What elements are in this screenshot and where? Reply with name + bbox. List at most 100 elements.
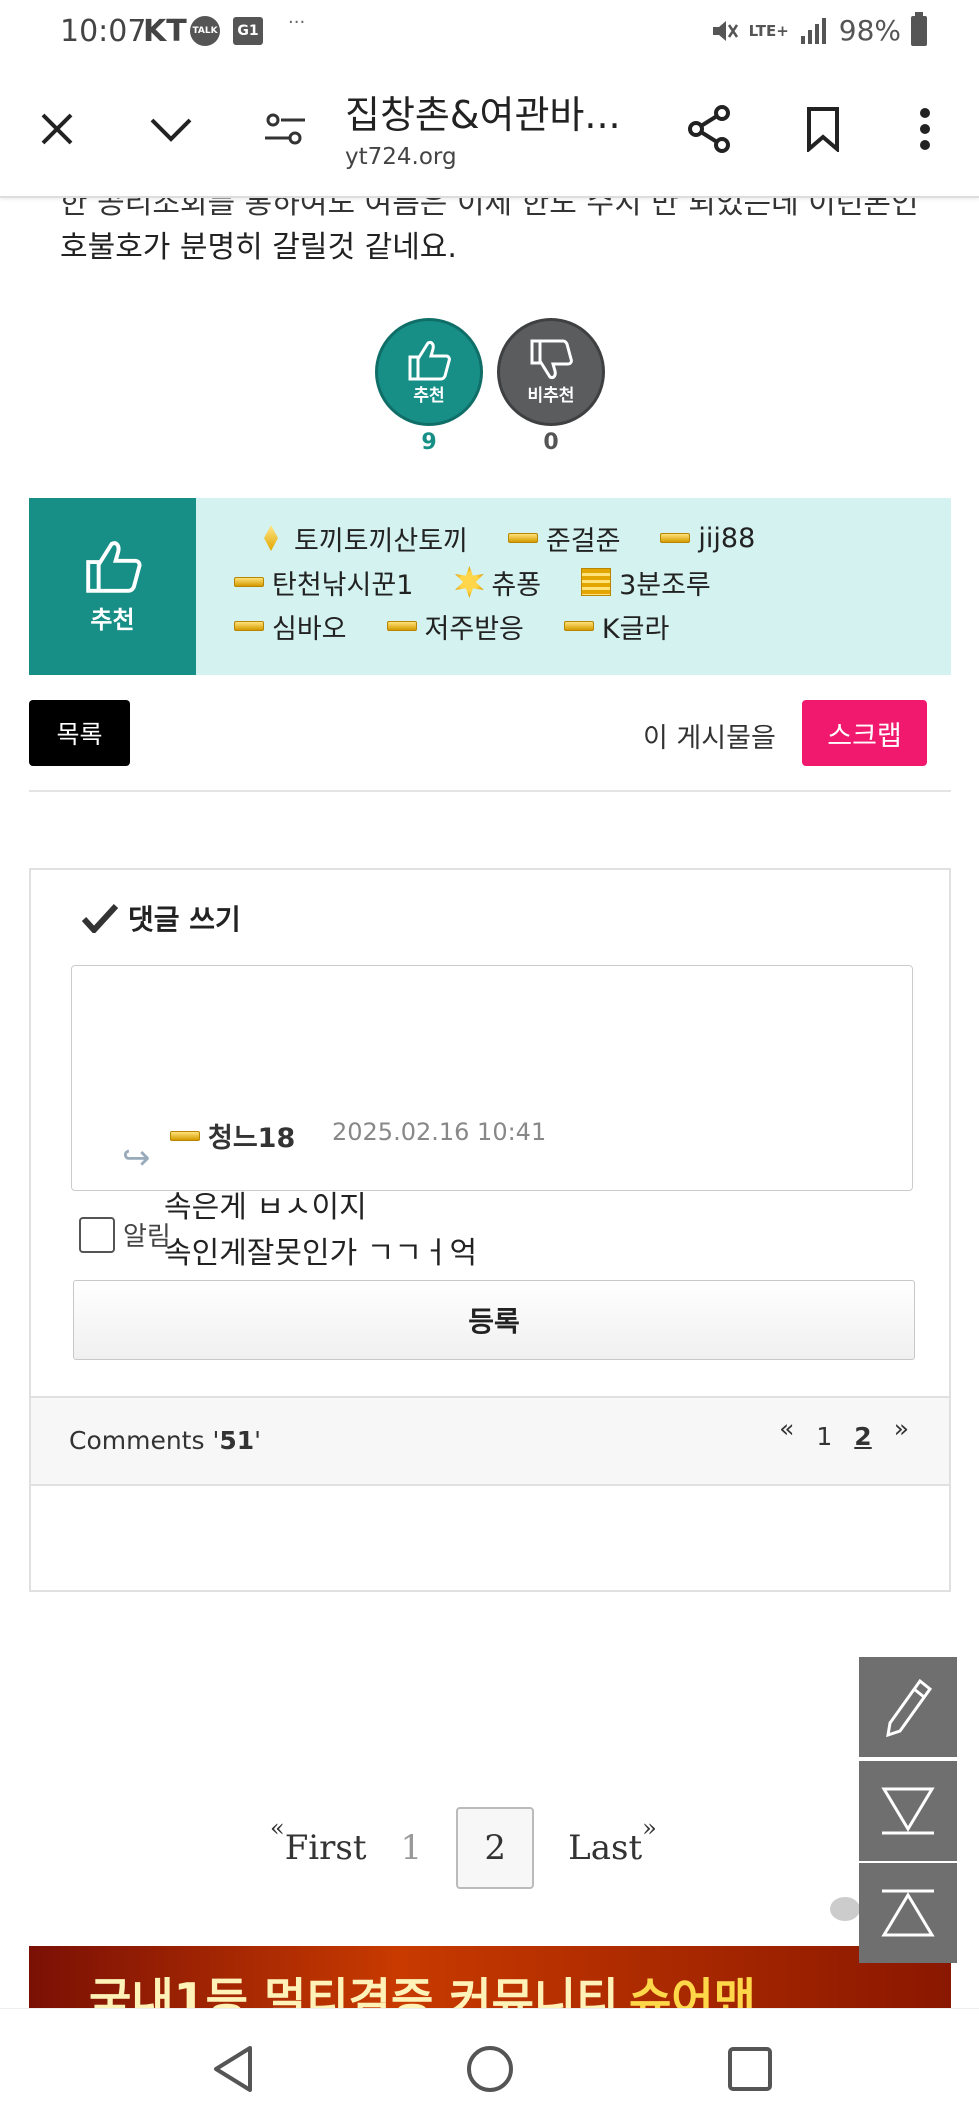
comments-pager-prev[interactable]: « — [779, 1414, 794, 1443]
recommender-name: 츄퐁 — [491, 569, 542, 601]
recommender-row: 토끼토끼산토끼 준걸준 jij88 — [264, 516, 934, 560]
recommender[interactable]: 토끼토끼산토끼 — [264, 519, 468, 558]
back-button[interactable] — [205, 2041, 261, 2097]
level-bar-icon — [563, 621, 594, 631]
recommender-row: 심바오 저주받응 K글라 — [234, 604, 934, 648]
checkmark-icon — [82, 903, 118, 933]
speech-bubble-icon — [830, 1897, 860, 1921]
close-button[interactable] — [22, 94, 92, 164]
page-content: 한 공리조회를 통하여도 여름은 이제 한도 수치 만 되었는데 이런본인 호불… — [0, 198, 979, 2008]
write-button[interactable] — [859, 1657, 957, 1757]
comment-date: 2025.02.16 10:41 — [332, 1118, 547, 1146]
downvote-button[interactable]: 비추천 — [497, 318, 605, 426]
submit-comment-button[interactable]: 등록 — [73, 1280, 915, 1360]
pagination-first-quote: « — [270, 1814, 285, 1842]
scrap-label: 이 게시물을 — [643, 723, 776, 754]
recommender-name: 저주받응 — [424, 613, 524, 645]
site-settings-button[interactable] — [250, 94, 320, 164]
recommenders-panel: 추천 토끼토끼산토끼 준걸준 jij88 탄천낚시꾼1 츄퐁 3분조루 심바오 … — [29, 498, 951, 675]
mute-icon — [712, 20, 738, 41]
downvote-label: 비추천 — [527, 385, 575, 406]
comment-form-title-text: 댓글 쓰기 — [128, 903, 241, 936]
comments-pager-next[interactable]: » — [894, 1414, 909, 1443]
status-carrier: KT — [143, 14, 187, 49]
battery-icon — [911, 11, 927, 46]
pagination-page[interactable]: 1 — [401, 1828, 423, 1868]
recommender-name: 토끼토끼산토끼 — [294, 525, 468, 557]
kakaotalk-icon: TALK — [190, 16, 220, 46]
recommender-name: 심바오 — [272, 613, 347, 645]
recommender-name: K글라 — [601, 613, 670, 645]
recommender[interactable]: 3분조루 — [581, 563, 711, 602]
downvote-count: 0 — [543, 430, 559, 455]
comment-author[interactable]: 청느18 — [170, 1116, 295, 1155]
more-vert-icon — [920, 108, 930, 150]
comment-textarea[interactable] — [71, 965, 913, 1191]
back-triangle-icon — [214, 2046, 252, 2092]
home-button[interactable] — [462, 2041, 518, 2097]
level-star-icon — [454, 566, 484, 598]
page-title: 집창촌&여관바... — [345, 93, 621, 137]
recommender-name: 3분조루 — [619, 569, 711, 601]
network-type: LTE+ — [748, 21, 789, 40]
scroll-down-icon — [881, 1787, 935, 1835]
scroll-top-button[interactable] — [859, 1863, 957, 1963]
more-notifications-icon: ··· — [288, 12, 306, 33]
recommender-list: 토끼토끼산토끼 준걸준 jij88 탄천낚시꾼1 츄퐁 3분조루 심바오 저주받… — [234, 516, 934, 648]
signal-icon — [800, 17, 826, 44]
pagination-first-label: First — [284, 1828, 367, 1868]
comment-form-title: 댓글 쓰기 — [82, 898, 241, 938]
reply-arrow-icon: ↪ — [122, 1138, 151, 1178]
recommender[interactable]: 심바오 — [234, 607, 347, 646]
scroll-bottom-button[interactable] — [859, 1761, 957, 1861]
recommender[interactable]: 탄천낚시꾼1 — [234, 563, 413, 602]
share-icon — [688, 105, 730, 153]
recents-button[interactable] — [722, 2041, 778, 2097]
comments-count-label: Comments ' — [69, 1426, 220, 1455]
upvote-button[interactable]: 추천 — [375, 318, 483, 426]
alarm-option[interactable]: 알림 — [79, 1216, 171, 1253]
system-nav-bar — [0, 2008, 979, 2123]
recents-square-icon — [728, 2047, 772, 2091]
home-circle-icon — [467, 2046, 513, 2092]
status-time: 10:07 — [60, 14, 147, 49]
recommender[interactable]: jij88 — [660, 523, 755, 554]
article-text: 호불호가 분명히 갈릴것 같네요. — [60, 230, 457, 265]
ad-banner[interactable]: 국내1등 멀티겸증 커뮤니티 슈어맨 — [29, 1946, 951, 2008]
alarm-checkbox[interactable] — [79, 1216, 115, 1253]
thumbs-up-icon — [85, 541, 142, 593]
share-button[interactable] — [674, 94, 744, 164]
comment-text-line: 속인게잘못인가 ㄱㄱㅓ억 — [164, 1236, 478, 1271]
recommender-name: 탄천낚시꾼1 — [272, 569, 414, 601]
g1-app-icon: G1 — [233, 17, 263, 45]
list-button[interactable]: 목록 — [29, 700, 130, 766]
scrap-button[interactable]: 스크랩 — [802, 700, 927, 766]
pagination-page-current[interactable]: 2 — [456, 1807, 535, 1889]
pagination-last-label: Last — [568, 1828, 643, 1868]
comment-text-line: 속은게 ㅂㅅ이지 — [164, 1190, 367, 1225]
recommender[interactable]: 츄퐁 — [453, 563, 541, 602]
minimize-button[interactable] — [136, 94, 206, 164]
pagination-first[interactable]: «First — [270, 1814, 367, 1868]
level-bar-icon — [507, 533, 538, 543]
comments-pager-page-current[interactable]: 2 — [854, 1422, 871, 1451]
bookmark-button[interactable] — [788, 94, 858, 164]
close-icon — [41, 113, 73, 145]
menu-button[interactable] — [890, 94, 960, 164]
article-text-cut: 한 공리조회를 통하여도 여름은 이제 한도 수치 만 되었는데 이런본인 — [60, 198, 919, 221]
recommender[interactable]: 저주받응 — [386, 607, 524, 646]
pagination-last[interactable]: Last» — [568, 1814, 657, 1868]
status-right: LTE+ 98% — [709, 11, 927, 47]
recommender[interactable]: 준걸준 — [507, 519, 620, 558]
divider — [29, 790, 951, 792]
comments-pager-page[interactable]: 1 — [816, 1422, 832, 1451]
ad-banner-brand: 슈어맨 — [629, 1973, 756, 2008]
comments-pager: « 1 2 » — [779, 1414, 909, 1451]
upvote-label: 추천 — [413, 385, 445, 406]
pagination: «First 1 2 Last» — [270, 1806, 657, 1890]
comments-count-value: 51 — [219, 1426, 255, 1455]
bookmark-icon — [807, 107, 839, 152]
recommender-name: jij88 — [698, 522, 756, 554]
ad-banner-text: 국내1등 멀티겸증 커뮤니티 — [89, 1973, 619, 2008]
recommender[interactable]: K글라 — [563, 607, 670, 646]
